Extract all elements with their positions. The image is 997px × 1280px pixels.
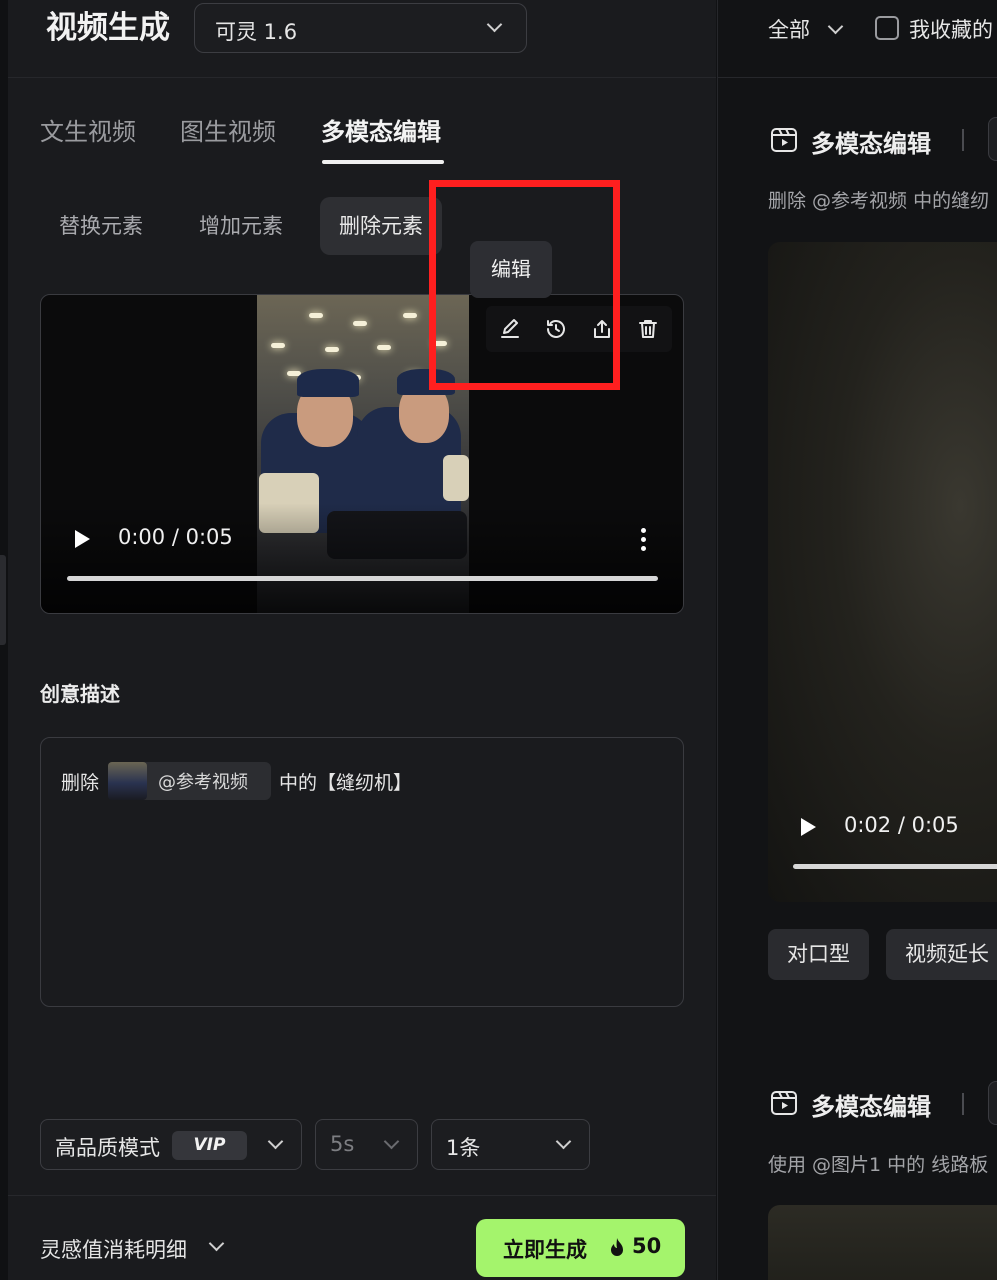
- favorites-label[interactable]: 我收藏的: [909, 14, 993, 44]
- left-edge-strip: [0, 0, 8, 1280]
- sewing-machine-right: [443, 455, 469, 501]
- result-video-time: 0:02 / 0:05: [844, 813, 959, 837]
- tab-multimodal-edit[interactable]: 多模态编辑: [321, 112, 441, 147]
- card-divider: [962, 129, 964, 151]
- creative-description-label: 创意描述: [40, 682, 120, 706]
- reference-thumbnail: [108, 762, 147, 800]
- history-header: 全部 我收藏的: [718, 0, 997, 78]
- trash-icon: [639, 320, 657, 338]
- card-action-button[interactable]: [988, 1081, 997, 1125]
- favorites-checkbox[interactable]: [875, 16, 899, 40]
- prompt-suffix: 中的【缝纫机】: [279, 772, 413, 794]
- delete-button[interactable]: [626, 306, 670, 352]
- count-value: 1条: [446, 1136, 481, 1160]
- page-title: 视频生成: [46, 10, 170, 46]
- footer-divider: [8, 1195, 716, 1196]
- video-extend-button[interactable]: 视频延长: [886, 929, 997, 980]
- duration-value: 5s: [330, 1132, 355, 1156]
- active-tab-indicator: [322, 160, 444, 164]
- quality-select[interactable]: 高品质模式 VIP: [40, 1119, 302, 1170]
- more-options-icon[interactable]: [641, 528, 647, 555]
- chevron-down-icon: [267, 1133, 284, 1150]
- card-title: 多模态编辑: [811, 130, 931, 158]
- card-title: 多模态编辑: [811, 1093, 931, 1121]
- subtab-add-element[interactable]: 增加元素: [180, 197, 302, 255]
- panel-resize-handle[interactable]: [0, 555, 6, 645]
- model-select-value: 可灵 1.6: [215, 20, 298, 44]
- video-time: 0:00 / 0:05: [118, 525, 233, 549]
- chevron-down-icon: [383, 1133, 400, 1150]
- count-select[interactable]: 1条: [431, 1119, 590, 1170]
- duration-select[interactable]: 5s: [315, 1119, 418, 1170]
- video-progress-bar[interactable]: [67, 576, 658, 581]
- flame-icon: [611, 1238, 623, 1256]
- card-action-button[interactable]: [988, 117, 997, 161]
- panel-header: 视频生成 可灵 1.6: [8, 0, 716, 78]
- prompt-prefix: 删除: [61, 772, 100, 794]
- generation-panel: 视频生成 可灵 1.6 文生视频 图生视频 多模态编辑 替换元素 增加元素 删除…: [8, 0, 716, 1280]
- vip-badge: VIP: [172, 1131, 247, 1160]
- result-video-progress[interactable]: [793, 864, 997, 869]
- result-video-thumbnail[interactable]: [768, 1205, 997, 1280]
- video-edit-icon: [771, 1091, 797, 1115]
- generate-button[interactable]: 立即生成 50: [476, 1219, 685, 1277]
- chevron-down-icon: [555, 1133, 572, 1150]
- generate-label: 立即生成: [503, 1238, 587, 1262]
- history-panel: 全部 我收藏的 多模态编辑 删除 @参考视频 中的缝纫 0:02 / 0:05 …: [717, 0, 997, 1280]
- lip-sync-button[interactable]: 对口型: [768, 929, 869, 980]
- chevron-down-icon: [486, 16, 503, 33]
- card-description: 删除 @参考视频 中的缝纫: [768, 190, 990, 212]
- play-icon[interactable]: [801, 818, 816, 836]
- tab-text-to-video[interactable]: 文生视频: [40, 112, 136, 147]
- chevron-down-icon[interactable]: [208, 1235, 225, 1252]
- chevron-down-icon[interactable]: [827, 18, 844, 35]
- tab-image-to-video[interactable]: 图生视频: [180, 112, 276, 147]
- model-select[interactable]: 可灵 1.6: [194, 3, 527, 53]
- play-icon[interactable]: [75, 530, 90, 548]
- quality-value: 高品质模式: [55, 1136, 160, 1160]
- subtab-delete-element[interactable]: 删除元素: [320, 197, 442, 255]
- generate-cost: 50: [632, 1234, 662, 1258]
- reference-video-chip[interactable]: @参考视频: [108, 762, 271, 800]
- highlight-box: [429, 180, 620, 390]
- video-controls-shade: [41, 503, 683, 613]
- reference-chip-label: @参考视频: [158, 772, 248, 793]
- subtab-replace-element[interactable]: 替换元素: [40, 197, 162, 255]
- filter-select[interactable]: 全部: [768, 14, 810, 44]
- card-divider: [962, 1093, 964, 1115]
- cost-detail-toggle[interactable]: 灵感值消耗明细: [40, 1234, 187, 1264]
- video-edit-icon: [771, 128, 797, 152]
- card-description: 使用 @图片1 中的 线路板: [768, 1154, 989, 1176]
- prompt-input[interactable]: 删除 @参考视频 中的【缝纫机】: [40, 737, 684, 1007]
- result-video-player[interactable]: 0:02 / 0:05: [768, 242, 997, 902]
